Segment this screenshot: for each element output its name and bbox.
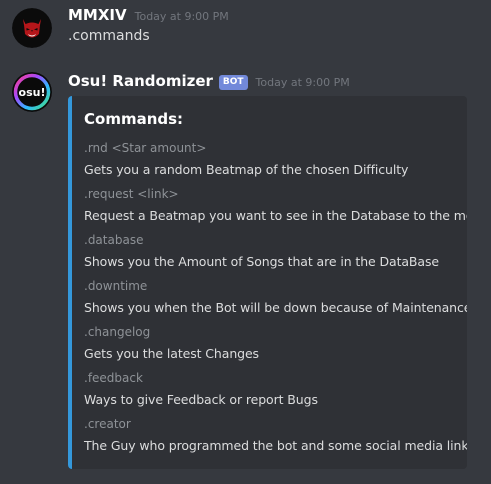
field-name: .feedback (84, 371, 143, 385)
field-name: .database (84, 233, 144, 247)
embed-field: .request <link> Request a Beatmap you wa… (84, 186, 467, 225)
field-name: .changelog (84, 325, 151, 339)
bot-tag: BOT (218, 75, 248, 90)
timestamp: Today at 9:00 PM (134, 10, 229, 23)
timestamp: Today at 9:00 PM (255, 76, 350, 89)
embed-title: Commands: (84, 110, 184, 128)
field-name: .rnd <Star amount> (84, 141, 207, 155)
embed-field: .database Shows you the Amount of Songs … (84, 232, 461, 271)
field-value: Ways to give Feedback or report Bugs (84, 392, 318, 407)
red-oni-mask-icon (12, 8, 52, 48)
embed-field: .downtime Shows you when the Bot will be… (84, 278, 467, 317)
message-content: .commands (68, 28, 150, 44)
field-value: Shows you when the Bot will be down beca… (84, 300, 467, 315)
message-header: MMXIV Today at 9:00 PM (68, 6, 229, 24)
embed-accent-bar (68, 96, 72, 469)
message-header: Osu! Randomizer BOT Today at 9:00 PM (68, 72, 350, 92)
embed-field: .creator The Guy who programmed the bot … (84, 416, 467, 455)
embed-field: .rnd <Star amount> Gets you a random Bea… (84, 140, 461, 179)
username[interactable]: Osu! Randomizer (68, 72, 213, 90)
field-value: Gets you a random Beatmap of the chosen … (84, 162, 409, 177)
osu-logo-icon: osu! (12, 72, 52, 112)
field-value: Request a Beatmap you want to see in the… (84, 208, 467, 223)
embed-field: .changelog Gets you the latest Changes (84, 324, 461, 363)
field-value: Gets you the latest Changes (84, 346, 259, 361)
commands-embed: Commands: .rnd <Star amount> Gets you a … (68, 96, 467, 469)
message-mmxiv: MMXIV Today at 9:00 PM .commands (0, 0, 491, 66)
field-name: .downtime (84, 279, 148, 293)
username[interactable]: MMXIV (68, 6, 127, 24)
osu-logo-text: osu! (19, 86, 46, 99)
field-value: Shows you the Amount of Songs that are i… (84, 254, 439, 269)
field-value: The Guy who programmed the bot and some … (84, 438, 467, 453)
embed-field: .feedback Ways to give Feedback or repor… (84, 370, 461, 409)
bot-avatar[interactable]: osu! (12, 72, 52, 112)
field-name: .creator (84, 417, 131, 431)
field-name: .request <link> (84, 187, 179, 201)
message-osu-randomizer: osu! Osu! Randomizer BOT Today at 9:00 P… (0, 66, 491, 484)
user-avatar[interactable] (12, 8, 52, 48)
